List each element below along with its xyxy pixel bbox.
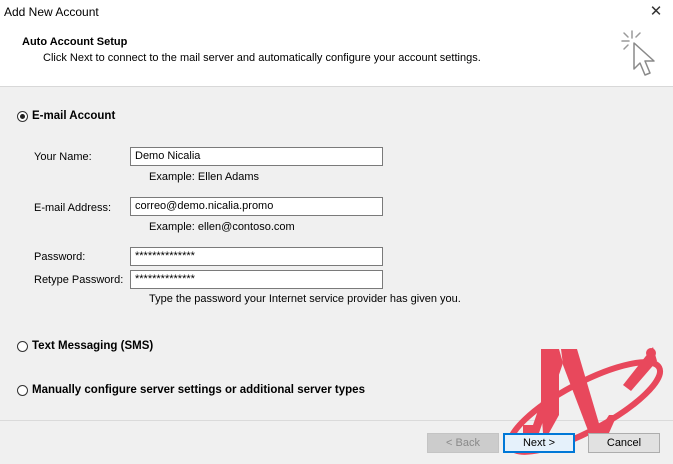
password-label: Password: <box>34 251 86 263</box>
email-account-radio[interactable] <box>17 110 28 122</box>
manual-configure-label: Manually configure server settings or ad… <box>32 384 365 396</box>
your-name-field[interactable]: Demo Nicalia <box>130 147 383 166</box>
retype-password-label: Retype Password: <box>34 274 124 286</box>
manual-configure-option[interactable]: Manually configure server settings or ad… <box>17 384 365 396</box>
wizard-header: Auto Account Setup Click Next to connect… <box>0 24 673 87</box>
cancel-button[interactable]: Cancel <box>588 433 660 453</box>
window-title: Add New Account <box>4 5 99 19</box>
password-hint: Type the password your Internet service … <box>149 293 461 305</box>
email-account-option[interactable]: E-mail Account <box>17 110 115 122</box>
email-address-label: E-mail Address: <box>34 202 112 214</box>
close-icon[interactable]: ✕ <box>645 2 667 22</box>
password-field[interactable]: ************** <box>130 247 383 266</box>
retype-password-field[interactable]: ************** <box>130 270 383 289</box>
header-title: Auto Account Setup <box>22 36 128 48</box>
your-name-hint: Example: Ellen Adams <box>149 171 260 183</box>
text-messaging-label: Text Messaging (SMS) <box>32 340 154 352</box>
header-description: Click Next to connect to the mail server… <box>43 52 481 64</box>
title-bar: Add New Account ✕ <box>0 0 673 24</box>
email-address-field[interactable]: correo@demo.nicalia.promo <box>130 197 383 216</box>
next-button[interactable]: Next > <box>503 433 575 453</box>
text-messaging-radio[interactable] <box>17 340 28 352</box>
your-name-label: Your Name: <box>34 151 92 163</box>
wizard-cursor-icon <box>621 30 655 76</box>
email-account-label: E-mail Account <box>32 110 116 122</box>
email-address-hint: Example: ellen@contoso.com <box>149 221 295 233</box>
back-button[interactable]: < Back <box>427 433 499 453</box>
manual-configure-radio[interactable] <box>17 384 28 396</box>
text-messaging-option[interactable]: Text Messaging (SMS) <box>17 340 153 352</box>
